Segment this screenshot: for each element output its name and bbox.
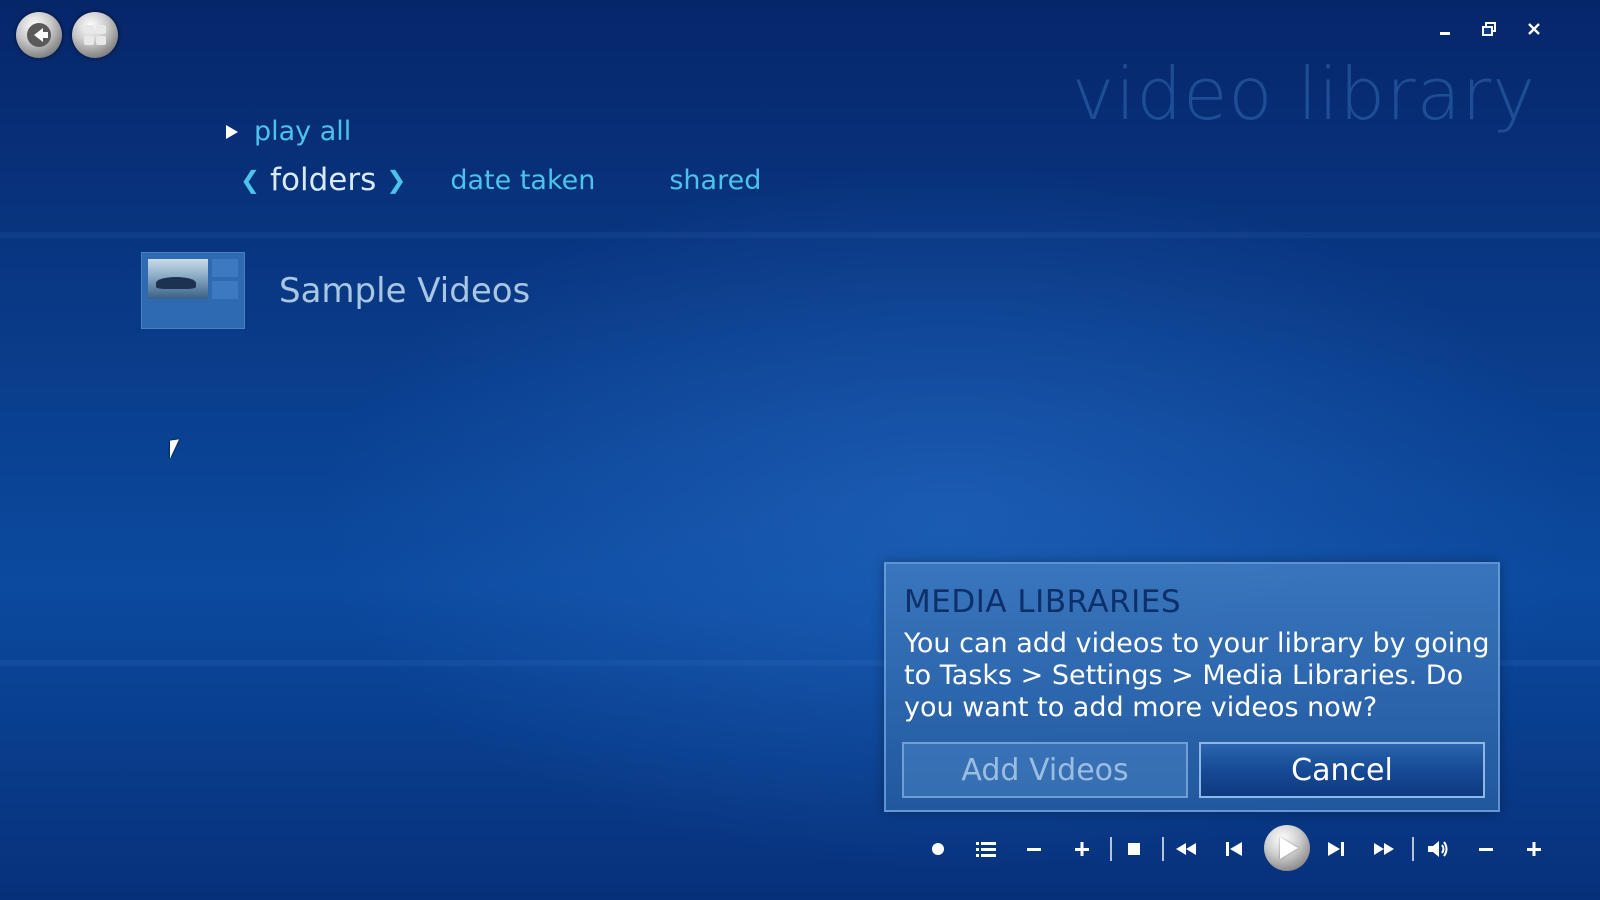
volume-down-button[interactable] bbox=[1468, 827, 1504, 871]
minimize-icon bbox=[1440, 32, 1450, 35]
record-icon bbox=[932, 843, 944, 855]
close-button[interactable] bbox=[1521, 16, 1547, 42]
folder-thumbnail bbox=[141, 252, 245, 329]
play-icon bbox=[226, 124, 238, 139]
chevron-left-icon[interactable]: ❮ bbox=[240, 166, 260, 194]
list-icon bbox=[976, 842, 996, 857]
restore-button[interactable] bbox=[1476, 16, 1502, 42]
restore-icon bbox=[1482, 22, 1496, 36]
next-button[interactable] bbox=[1318, 827, 1354, 871]
guide-button[interactable] bbox=[968, 827, 1004, 871]
windows-logo-icon bbox=[84, 25, 106, 45]
play-all-label: play all bbox=[254, 116, 352, 147]
tab-folders[interactable]: folders bbox=[270, 162, 376, 198]
divider bbox=[1110, 837, 1112, 861]
stop-button[interactable] bbox=[1116, 827, 1152, 871]
list-item[interactable]: Sample Videos bbox=[141, 252, 530, 329]
thumbnail-tile bbox=[212, 281, 238, 299]
chevron-right-icon[interactable]: ❯ bbox=[386, 166, 406, 194]
plus-icon bbox=[1075, 842, 1089, 856]
media-libraries-dialog: MEDIA LIBRARIES You can add videos to yo… bbox=[884, 562, 1500, 812]
record-button[interactable] bbox=[920, 827, 956, 871]
cancel-button[interactable]: Cancel bbox=[1199, 742, 1485, 798]
stop-icon bbox=[1128, 843, 1140, 855]
minimize-button[interactable] bbox=[1432, 16, 1458, 42]
dialog-message: You can add videos to your library by go… bbox=[904, 628, 1490, 723]
mouse-cursor bbox=[170, 439, 179, 459]
close-icon bbox=[1528, 23, 1540, 35]
add-videos-button[interactable]: Add Videos bbox=[902, 742, 1188, 798]
next-icon bbox=[1328, 842, 1344, 856]
divider bbox=[1162, 837, 1164, 861]
start-button[interactable] bbox=[72, 12, 118, 58]
thumbnail-tile bbox=[212, 259, 238, 277]
volume-up-button[interactable] bbox=[1516, 827, 1552, 871]
back-arrow-icon bbox=[27, 23, 51, 47]
folder-label: Sample Videos bbox=[279, 270, 531, 311]
minus-icon bbox=[1027, 848, 1041, 851]
channel-up-button[interactable] bbox=[1064, 827, 1100, 871]
tab-date-taken[interactable]: date taken bbox=[450, 165, 595, 196]
dialog-title: MEDIA LIBRARIES bbox=[904, 584, 1182, 620]
fast-forward-button[interactable] bbox=[1366, 827, 1402, 871]
page-title: video library bbox=[1071, 52, 1536, 136]
fast-forward-icon bbox=[1374, 843, 1394, 855]
previous-icon bbox=[1226, 842, 1242, 856]
rewind-icon bbox=[1176, 843, 1196, 855]
volume-up-icon bbox=[1527, 842, 1541, 856]
video-preview-image bbox=[148, 259, 208, 299]
transport-controls bbox=[920, 825, 1600, 871]
header-divider bbox=[0, 232, 1600, 238]
volume-icon bbox=[1428, 841, 1448, 857]
rewind-button[interactable] bbox=[1168, 827, 1204, 871]
view-tabs: ❮ folders ❯ date taken shared bbox=[234, 162, 761, 198]
tab-shared[interactable]: shared bbox=[669, 165, 761, 196]
channel-down-button[interactable] bbox=[1016, 827, 1052, 871]
play-all-button[interactable]: play all bbox=[226, 116, 351, 147]
previous-button[interactable] bbox=[1216, 827, 1252, 871]
back-button[interactable] bbox=[16, 12, 62, 58]
play-icon bbox=[1280, 837, 1298, 859]
divider bbox=[1412, 837, 1414, 861]
volume-down-icon bbox=[1479, 848, 1493, 851]
mute-button[interactable] bbox=[1420, 827, 1456, 871]
play-button[interactable] bbox=[1264, 825, 1310, 871]
